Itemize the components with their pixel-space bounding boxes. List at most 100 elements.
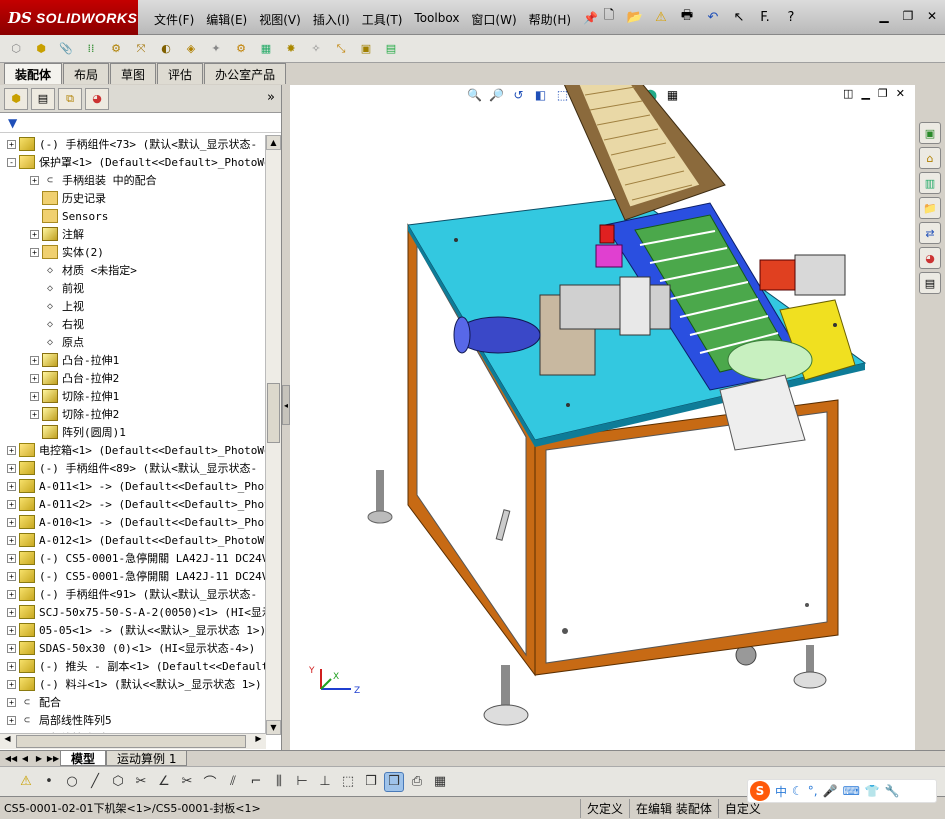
sketch-warning-icon[interactable]: ⚠: [16, 772, 36, 792]
instant3d-icon[interactable]: ⤡: [331, 39, 351, 59]
tree-item[interactable]: + A-011<1> -> (Default<<Default>_PhotoW: [0, 477, 266, 495]
tree-item[interactable]: + ⊂ 手柄组装 中的配合: [0, 171, 266, 189]
menu-tools[interactable]: 工具(T): [356, 9, 409, 30]
new-document-icon[interactable]: 🗋: [598, 6, 620, 28]
expand-icon[interactable]: +: [7, 715, 16, 725]
new-motion-study-icon[interactable]: ⚙: [231, 39, 251, 59]
trim-icon[interactable]: ✂: [131, 772, 151, 792]
prev-tab-icon[interactable]: ◀: [18, 754, 32, 763]
tree-vertical-scrollbar[interactable]: ▲ ▼: [265, 135, 281, 735]
tree-item[interactable]: + SCJ-50x75-50-S-A-2(0050)<1> (HI<显示状: [0, 603, 266, 621]
menu-help[interactable]: 帮助(H): [523, 9, 577, 30]
tree-item[interactable]: - 保护罩<1> (Default<<Default>_PhotoWor: [0, 153, 266, 171]
cube-icon[interactable]: ❒: [361, 772, 381, 792]
tree-item[interactable]: + 凸台-拉伸2: [0, 369, 266, 387]
expand-icon[interactable]: +: [7, 571, 16, 581]
tree-item[interactable]: 历史记录: [0, 189, 266, 207]
assembly-features-icon[interactable]: ◈: [181, 39, 201, 59]
insert-component-icon[interactable]: ⬡: [6, 39, 26, 59]
relation-icon[interactable]: ⊥: [315, 772, 335, 792]
tab-sketch[interactable]: 草图: [110, 63, 157, 84]
angle-icon[interactable]: ∠: [154, 772, 174, 792]
feature-manager-icon[interactable]: ⬢: [4, 87, 28, 110]
custom-properties-icon[interactable]: ▤: [919, 272, 941, 294]
expand-icon[interactable]: +: [7, 463, 16, 473]
last-tab-icon[interactable]: ▶▶: [46, 754, 60, 763]
scroll-up-icon[interactable]: ▲: [266, 135, 281, 150]
expand-icon[interactable]: +: [7, 643, 16, 653]
tab-evaluate[interactable]: 评估: [157, 63, 204, 84]
expand-icon[interactable]: +: [7, 661, 16, 671]
new-part-icon[interactable]: ⬢: [31, 39, 51, 59]
tab-motion-study[interactable]: 运动算例 1: [106, 751, 188, 766]
expand-icon[interactable]: +: [30, 355, 39, 365]
next-tab-icon[interactable]: ▶: [32, 754, 46, 763]
tree-item[interactable]: + SDAS-50x30 (0)<1> (HI<显示状态-4>): [0, 639, 266, 657]
tree-item[interactable]: + ⊂ 配合: [0, 693, 266, 711]
menu-edit[interactable]: 编辑(E): [200, 9, 253, 30]
undo-icon[interactable]: ↶: [702, 6, 724, 28]
view-palette-icon[interactable]: ⇄: [919, 222, 941, 244]
tree-item[interactable]: + A-010<1> -> (Default<<Default>_PhotoW: [0, 513, 266, 531]
tree-item[interactable]: + (-) CS5-0001-急停開關 LA42J-11 DC24VR: [0, 549, 266, 567]
move-component-icon[interactable]: ⤧: [131, 39, 151, 59]
design-library-icon[interactable]: ▥: [919, 172, 941, 194]
help-icon[interactable]: ?: [780, 6, 802, 28]
tree-item[interactable]: +05-05<1> -> (默认<<默认>_显示状态 1>): [0, 621, 266, 639]
open-document-icon[interactable]: 📂: [624, 6, 646, 28]
tree-item[interactable]: + (-) 手柄组件<89> (默认<默认_显示状态-: [0, 459, 266, 477]
point-icon[interactable]: •: [39, 772, 59, 792]
file-explorer-icon[interactable]: 📁: [919, 197, 941, 219]
tree-item[interactable]: + (-) CS5-0001-急停開關 LA42J-11 DC24VR: [0, 567, 266, 585]
expand-icon[interactable]: +: [7, 625, 16, 635]
polygon-icon[interactable]: ⬡: [108, 772, 128, 792]
ime-language[interactable]: 中: [775, 783, 787, 800]
solidworks-logo[interactable]: DS SOLIDWORKS: [0, 0, 138, 35]
explode-line-icon[interactable]: ✧: [306, 39, 326, 59]
hide-show-icon[interactable]: ◐: [156, 39, 176, 59]
cut-icon[interactable]: ✂: [177, 772, 197, 792]
tree-item[interactable]: + (-) 手柄组件<91> (默认<默认_显示状态-: [0, 585, 266, 603]
ime-skin-icon[interactable]: 👕: [865, 784, 880, 798]
bill-of-materials-icon[interactable]: ▦: [256, 39, 276, 59]
expand-icon[interactable]: +: [7, 535, 16, 545]
tree-item[interactable]: + A-012<1> (Default<<Default>_PhotoWork: [0, 531, 266, 549]
exploded-view-icon[interactable]: ✸: [281, 39, 301, 59]
linear-pattern-icon[interactable]: ⁞⁞: [81, 39, 101, 59]
menu-file[interactable]: 文件(F): [148, 9, 200, 30]
more-tabs-icon[interactable]: »: [267, 90, 275, 105]
expand-icon[interactable]: +: [7, 553, 16, 563]
graphics-area[interactable]: 🔍 🔎 ↺ ◧ ⬚ ◆ ◉ ◕ ⬤ ▦ ◫ ▁ ❐ ✕: [290, 85, 915, 750]
tree-item[interactable]: + (-) 推头 - 副本<1> (Default<<Default>: [0, 657, 266, 675]
tree-item[interactable]: + (-) 料斗<1> (默认<<默认>_显示状态 1>): [0, 675, 266, 693]
menu-window[interactable]: 窗口(W): [465, 9, 522, 30]
expand-icon[interactable]: +: [7, 445, 16, 455]
home-icon[interactable]: ⌂: [919, 147, 941, 169]
scroll-left-icon[interactable]: ◀: [0, 734, 15, 749]
menu-insert[interactable]: 插入(I): [307, 9, 356, 30]
collapse-icon[interactable]: -: [7, 157, 16, 167]
menu-toolbox[interactable]: Toolbox: [408, 9, 465, 30]
expand-icon[interactable]: +: [30, 409, 39, 419]
ime-moon-icon[interactable]: ☾: [792, 784, 803, 798]
reference-geometry-icon[interactable]: ✦: [206, 39, 226, 59]
expand-icon[interactable]: +: [7, 481, 16, 491]
scroll-right-icon[interactable]: ▶: [251, 734, 266, 749]
ime-keyboard-icon[interactable]: ⌨: [843, 784, 860, 798]
display-manager-icon[interactable]: ◕: [85, 87, 109, 110]
menu-view[interactable]: 视图(V): [253, 9, 307, 30]
tab-model[interactable]: 模型: [60, 751, 107, 766]
ime-toolbar[interactable]: S 中 ☾ °, 🎤 ⌨ 👕 🔧: [747, 779, 937, 803]
tree-item[interactable]: + 电控箱<1> (Default<<Default>_PhotoWor: [0, 441, 266, 459]
rebuild-warning-icon[interactable]: ⚠: [650, 6, 672, 28]
sogou-logo-icon[interactable]: S: [750, 781, 770, 801]
print-icon[interactable]: 🖶: [676, 6, 698, 28]
view-cube-icon[interactable]: ❒: [384, 771, 404, 792]
filter-icon[interactable]: ▼: [8, 116, 17, 130]
tree-item[interactable]: ◇ 前视: [0, 279, 266, 297]
slot-icon[interactable]: ⫽: [223, 772, 243, 792]
large-assembly-icon[interactable]: ▣: [356, 39, 376, 59]
options-label[interactable]: F.: [754, 6, 776, 28]
tree-item[interactable]: ◇ 原点: [0, 333, 266, 351]
table-icon[interactable]: ▦: [430, 772, 450, 792]
